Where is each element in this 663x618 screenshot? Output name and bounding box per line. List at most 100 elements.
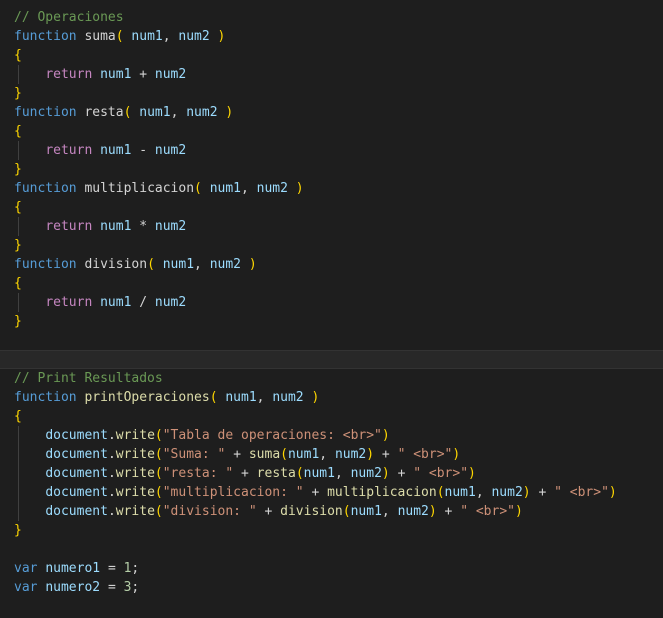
code-token-kw: function <box>14 105 77 120</box>
code-line[interactable]: } <box>0 312 663 331</box>
code-token-str: " <br>" <box>413 466 469 481</box>
code-line[interactable]: document.write("multiplicacion: " + mult… <box>0 483 663 502</box>
code-token-pun: + <box>139 67 148 82</box>
code-token-br1: ) <box>381 466 390 481</box>
code-token-kw: function <box>14 390 77 405</box>
code-token-pun: , <box>194 257 202 272</box>
code-token-pun: . <box>107 447 116 462</box>
code-line[interactable]: { <box>0 198 663 217</box>
code-line[interactable]: function multiplicacion( num1, num2 ) <box>0 179 663 198</box>
code-token-var: num1 <box>444 485 476 500</box>
code-token-var: num1 <box>225 390 257 405</box>
code-token-br1: } <box>14 162 22 177</box>
code-token-br1: ) <box>217 29 226 44</box>
code-token-br1: ( <box>115 29 124 44</box>
code-content[interactable]: // Operaciones function suma( num1, num2 … <box>0 8 663 618</box>
code-token-br1: ( <box>147 257 155 272</box>
code-line[interactable]: { <box>0 407 663 426</box>
code-token-pun: ; <box>131 580 140 595</box>
code-line[interactable]: document.write("resta: " + resta(num1, n… <box>0 464 663 483</box>
code-token-str: "multiplicacion: " <box>162 485 304 500</box>
code-line[interactable]: function printOperaciones( num1, num2 ) <box>0 388 663 407</box>
code-token-fn: resta <box>256 466 296 481</box>
code-token-br1: ) <box>366 447 375 462</box>
code-token-str: "resta: " <box>162 466 234 481</box>
code-line[interactable]: } <box>0 84 663 103</box>
code-token-pun: . <box>107 428 116 443</box>
indent-guide-icon <box>18 65 19 84</box>
code-line[interactable]: document.write("division: " + division(n… <box>0 502 663 521</box>
code-token-var: numero1 <box>45 561 101 576</box>
code-token-kw: function <box>14 181 77 196</box>
code-line[interactable]: // Print Resultados <box>0 369 663 388</box>
code-token-br1: { <box>14 276 22 291</box>
code-line[interactable]: { <box>0 122 663 141</box>
code-line[interactable]: document.write("Suma: " + suma(num1, num… <box>0 445 663 464</box>
code-token-kw: var <box>14 561 38 576</box>
code-token-var: num1 <box>350 504 382 519</box>
code-line[interactable]: return num1 * num2 <box>0 217 663 236</box>
code-token-pun: , <box>241 181 249 196</box>
code-token-br1: ( <box>194 181 202 196</box>
code-line[interactable]: return num1 + num2 <box>0 65 663 84</box>
code-token-str: "Suma: " <box>162 447 226 462</box>
code-line[interactable]: function division( num1, num2 ) <box>0 255 663 274</box>
code-token-br1: ( <box>154 447 163 462</box>
code-editor[interactable]: // Operaciones function suma( num1, num2 … <box>0 0 663 618</box>
code-line[interactable] <box>0 350 663 369</box>
code-line[interactable]: return num1 / num2 <box>0 293 663 312</box>
code-line[interactable]: } <box>0 160 663 179</box>
code-token-br1: { <box>14 124 22 139</box>
code-line[interactable]: { <box>0 46 663 65</box>
code-token-var: num2 <box>186 105 218 120</box>
code-token-pun: * <box>139 219 148 234</box>
code-line[interactable]: var numero1 = 1; <box>0 559 663 578</box>
code-token-br1: ) <box>452 447 461 462</box>
code-token-br1: ) <box>428 504 437 519</box>
code-token-pun: , <box>334 466 343 481</box>
code-line[interactable]: } <box>0 236 663 255</box>
code-token-var: document <box>45 447 108 462</box>
code-token-kw: function <box>14 257 77 272</box>
code-line[interactable]: return num1 - num2 <box>0 141 663 160</box>
code-token-pun: , <box>381 504 390 519</box>
code-token-br1: ( <box>436 485 445 500</box>
code-token-ret: return <box>45 295 93 310</box>
code-line[interactable]: function resta( num1, num2 ) <box>0 103 663 122</box>
code-line[interactable]: document.write("Tabla de operaciones: <b… <box>0 426 663 445</box>
code-token-pun: = <box>107 580 116 595</box>
code-token-br1: { <box>14 409 22 424</box>
code-token-fn: write <box>115 504 155 519</box>
code-token-var: num1 <box>287 447 320 462</box>
code-token-br1: } <box>14 314 22 329</box>
indent-guide-icon <box>18 141 19 160</box>
code-token-var: num2 <box>256 181 288 196</box>
code-token-pun: - <box>139 143 148 158</box>
code-line[interactable] <box>0 540 663 559</box>
code-line[interactable]: // Operaciones <box>0 8 663 27</box>
code-token-br1: ) <box>248 257 257 272</box>
code-token-br1: ( <box>209 390 218 405</box>
code-token-var: document <box>45 466 108 481</box>
code-line[interactable]: function suma( num1, num2 ) <box>0 27 663 46</box>
code-line[interactable] <box>0 331 663 350</box>
code-line[interactable]: } <box>0 521 663 540</box>
code-token-var: num1 <box>100 143 132 158</box>
code-line[interactable]: { <box>0 274 663 293</box>
indent-guide-icon <box>18 464 19 483</box>
code-line[interactable]: var numero2 = 3; <box>0 578 663 597</box>
code-line[interactable] <box>0 597 663 616</box>
